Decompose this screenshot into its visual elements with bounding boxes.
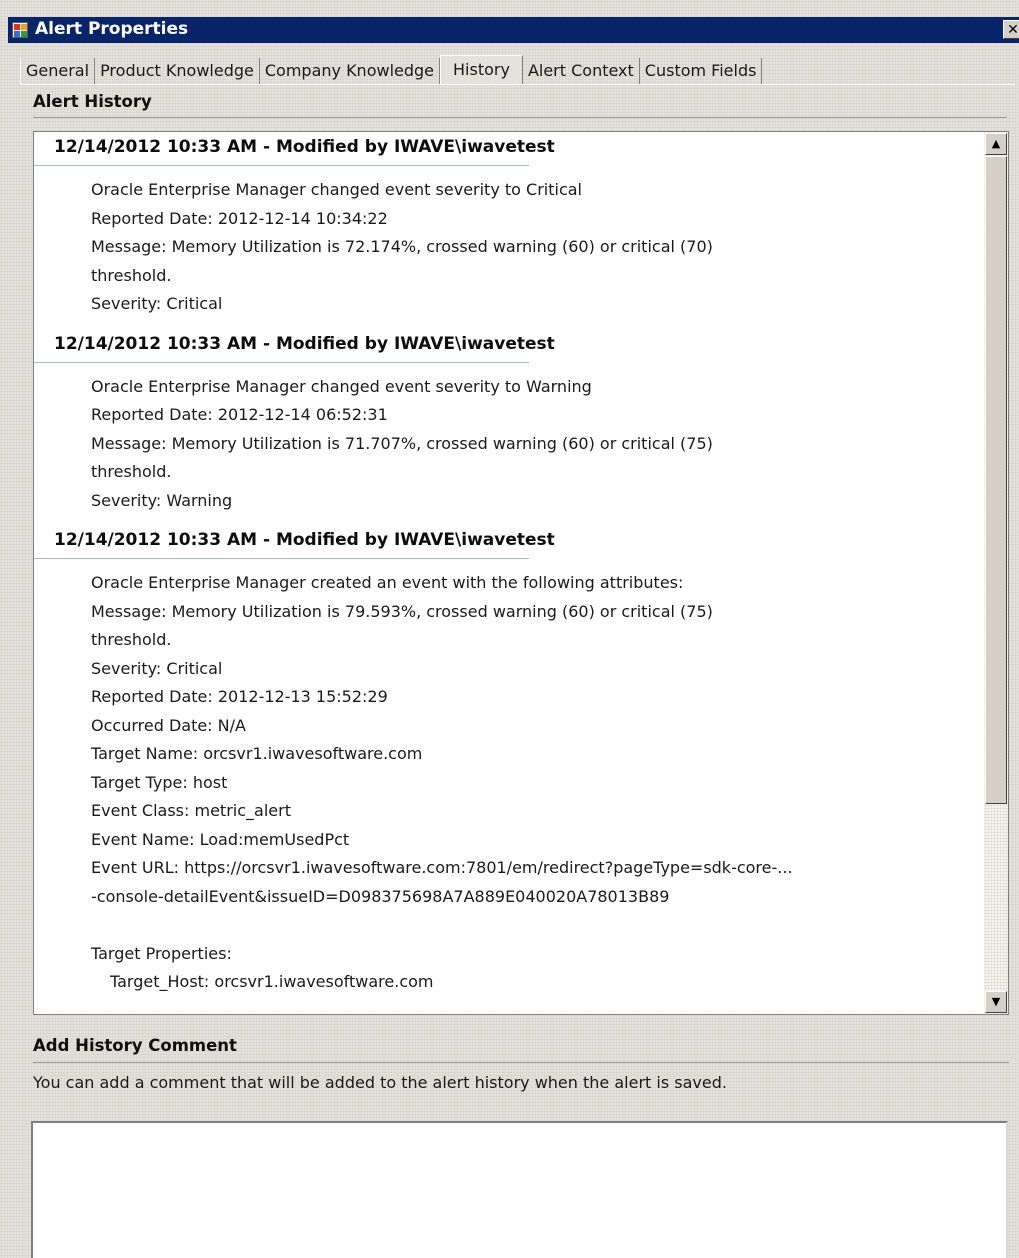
tab-general[interactable]: General (20, 58, 96, 85)
history-entry-line: Target Type: host (91, 772, 228, 792)
alert-history-list[interactable]: 12/14/2012 10:33 AM - Modified by IWAVE\… (33, 131, 1009, 1015)
history-entry-line: Event Class: metric_alert (91, 801, 291, 820)
history-entry-line: Event Name: Load:memUsedPct (91, 829, 350, 849)
history-entry-rule (34, 558, 529, 559)
history-entry-line: Message: Memory Utilization is 71.707%, … (91, 433, 713, 453)
history-entry-rule (34, 361, 529, 363)
history-entry-header: 12/14/2012 10:33 AM - Modified by IWAVE\… (34, 329, 982, 363)
history-entry-body: Oracle Enterprise Manager created an eve… (91, 555, 982, 1007)
history-scrollbar[interactable]: ▲ ▼ (984, 132, 1008, 1014)
history-entry-header: 12/14/2012 10:33 AM - Modified by IWAVE\… (34, 132, 982, 166)
history-entry-line: -console-detailEvent&issueID=D098375698A… (91, 886, 670, 906)
history-entry-header: 12/14/2012 10:33 AM - Modified by IWAVE\… (34, 525, 982, 559)
tab-product-knowledge[interactable]: Product Knowledge (95, 58, 260, 85)
tab-strip: General Product Knowledge Company Knowledg… (20, 55, 763, 85)
history-entry-line (91, 911, 982, 940)
history-entry: 12/14/2012 10:33 AM - Modified by IWAVE\… (34, 329, 982, 526)
history-entry-line: threshold. (91, 265, 172, 285)
close-button[interactable]: ✕ (1003, 20, 1019, 39)
history-comment-input[interactable] (31, 1121, 1008, 1258)
history-entry-line: Reported Date: 2012-12-13 15:52:29 (91, 687, 388, 706)
add-history-comment-heading: Add History Comment (33, 1036, 237, 1055)
tab-alert-context[interactable]: Alert Context (523, 58, 640, 85)
tab-company-knowledge[interactable]: Company Knowledge (260, 58, 441, 85)
scroll-thumb[interactable] (985, 156, 1007, 804)
history-entry-line: Reported Date: 2012-12-14 10:34:22 (91, 208, 388, 228)
history-entry-line: Oracle Enterprise Manager changed event … (91, 376, 592, 396)
history-entry-header-text: 12/14/2012 10:33 AM - Modified by IWAVE\… (54, 137, 555, 157)
history-entry-line: Severity: Warning (91, 490, 233, 510)
history-entry-line: threshold. (91, 630, 172, 649)
tab-custom-fields[interactable]: Custom Fields (640, 58, 763, 85)
history-entry: 12/14/2012 10:33 AM - Modified by IWAVE\… (34, 132, 982, 329)
history-entry-body: Oracle Enterprise Manager changed event … (91, 162, 982, 329)
history-entry-line: Severity: Critical (91, 294, 223, 313)
title-bar[interactable]: Alert Properties ✕ (8, 17, 1019, 43)
alert-history-divider (33, 117, 1007, 118)
history-entry-body: Oracle Enterprise Manager changed event … (91, 359, 982, 526)
alert-properties-window: Alert Properties ✕ General Product Knowle… (0, 0, 1019, 1258)
history-entry-line: Oracle Enterprise Manager changed event … (91, 180, 582, 199)
history-entry-line: Message: Memory Utilization is 79.593%, … (91, 601, 713, 621)
history-entry-header-text: 12/14/2012 10:33 AM - Modified by IWAVE\… (54, 530, 555, 550)
history-entry-header-text: 12/14/2012 10:33 AM - Modified by IWAVE\… (54, 333, 555, 354)
history-entry-line: Occurred Date: N/A (91, 715, 246, 735)
history-entry-line: Oracle Enterprise Manager created an eve… (91, 573, 684, 592)
history-entry-line: Target Properties: (91, 943, 232, 963)
alert-history-content: 12/14/2012 10:33 AM - Modified by IWAVE\… (34, 132, 982, 1007)
tab-strip-divider (20, 84, 1015, 85)
history-entry-subline: Target_Host: orcsvr1.iwavesoftware.com (110, 972, 434, 991)
history-entry-line: Severity: Critical (91, 658, 223, 678)
scroll-up-button[interactable]: ▲ (985, 133, 1007, 155)
alert-properties-app-icon (12, 22, 28, 38)
add-comment-hint: You can add a comment that will be added… (33, 1073, 727, 1092)
history-entry: 12/14/2012 10:33 AM - Modified by IWAVE\… (34, 525, 982, 1007)
history-entry-line: Reported Date: 2012-12-14 06:52:31 (91, 405, 388, 424)
add-comment-divider (33, 1062, 1009, 1063)
history-entry-rule (34, 165, 529, 166)
history-entry-line: Target Name: orcsvr1.iwavesoftware.com (91, 744, 423, 763)
history-entry-line: Event URL: https://orcsvr1.iwavesoftware… (91, 858, 793, 877)
alert-history-heading: Alert History (33, 92, 152, 111)
history-entry-line: threshold. (91, 462, 172, 481)
tab-history[interactable]: History (440, 55, 523, 85)
history-entry-line: Message: Memory Utilization is 72.174%, … (91, 237, 713, 256)
scroll-down-button[interactable]: ▼ (985, 991, 1007, 1013)
window-title: Alert Properties (35, 19, 189, 39)
